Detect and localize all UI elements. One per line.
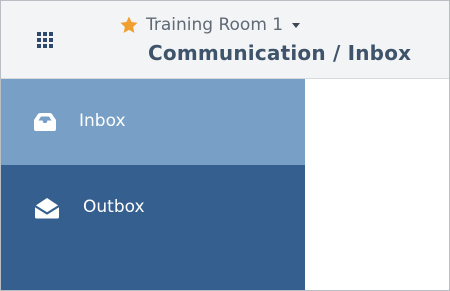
inbox-tray-icon [34, 113, 56, 131]
grid-icon[interactable] [37, 32, 53, 48]
sidebar-item-label: Inbox [79, 111, 126, 131]
main-content [305, 79, 449, 290]
room-selector[interactable]: Training Room 1 [119, 14, 301, 36]
page-title: Communication / Inbox [148, 41, 412, 65]
star-icon[interactable] [119, 15, 139, 35]
sidebar-item-outbox[interactable]: Outbox [1, 165, 305, 251]
room-name[interactable]: Training Room 1 [146, 15, 283, 35]
header-bar: Training Room 1 Communication / Inbox [1, 1, 449, 79]
caret-down-icon[interactable] [292, 22, 301, 28]
app-window: Training Room 1 Communication / Inbox In… [0, 0, 450, 291]
sidebar: Inbox Outbox [1, 79, 305, 290]
sidebar-item-label: Outbox [83, 197, 145, 217]
sidebar-item-inbox[interactable]: Inbox [1, 79, 305, 165]
envelope-open-icon [34, 198, 60, 219]
